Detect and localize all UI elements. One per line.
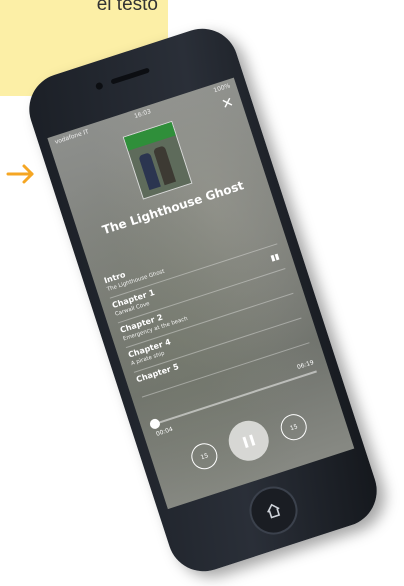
- phone-speaker: [110, 67, 151, 85]
- pause-button[interactable]: [223, 415, 274, 466]
- phone-frame: vodafone IT 16:03 100% ✕ The Lighthouse …: [19, 19, 387, 581]
- callout-text: el testo: [96, 0, 158, 15]
- pause-icon: [240, 433, 257, 448]
- front-camera: [94, 81, 104, 91]
- playback-controls: 15 15: [149, 391, 348, 490]
- player-screen: vodafone IT 16:03 100% ✕ The Lighthouse …: [47, 77, 355, 510]
- skip-forward-label: 15: [289, 422, 299, 432]
- book-cover: [122, 120, 193, 200]
- chapter-list: Intro The Lighthouse Ghost Chapter 1 Car…: [102, 219, 310, 398]
- home-button[interactable]: [243, 480, 304, 541]
- skip-back-label: 15: [199, 451, 210, 461]
- time-total: 06:19: [296, 359, 315, 372]
- close-button[interactable]: ✕: [220, 94, 236, 113]
- battery-level: 100%: [212, 82, 232, 95]
- progress-thumb[interactable]: [148, 417, 161, 431]
- home-icon: [267, 503, 281, 519]
- skip-forward-button[interactable]: 15: [277, 410, 311, 444]
- skip-back-button[interactable]: 15: [187, 439, 221, 473]
- arrow-right-icon: [6, 164, 34, 184]
